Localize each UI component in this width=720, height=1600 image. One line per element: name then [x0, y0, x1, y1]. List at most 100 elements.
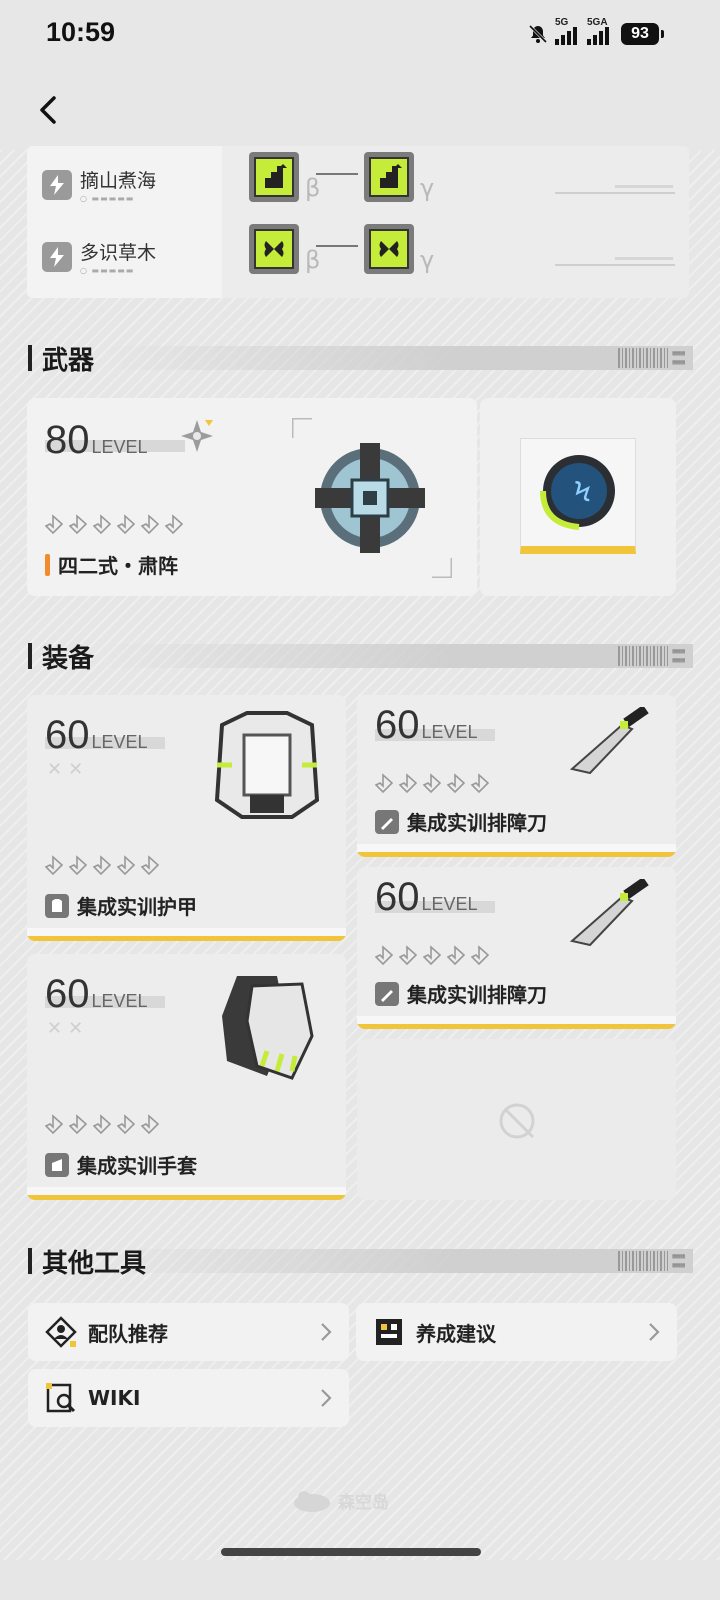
- blade-icon: [569, 707, 649, 775]
- rank-star-icon: [68, 1114, 88, 1135]
- rank-star-icon: [398, 773, 418, 794]
- equipment-card-blade[interactable]: 60 LEVEL 集成实训排障刀: [357, 695, 676, 857]
- equipment-name: 集成实训护甲: [45, 891, 197, 920]
- rank-star-icon: [44, 514, 64, 535]
- barcode-decoration: ▦▦▦ ▦▦▦: [618, 646, 685, 666]
- watermark-logo: 森空岛: [292, 1480, 412, 1520]
- equipment-name: 集成实训排障刀: [375, 979, 547, 1008]
- equipment-level: 60 LEVEL: [375, 703, 478, 747]
- equipment-level: 60 LEVEL: [45, 713, 148, 757]
- rank-star-icon: [92, 1114, 112, 1135]
- rank-star-icon: [116, 855, 136, 876]
- shuriken-icon: [181, 420, 213, 452]
- bell-muted-icon: [527, 23, 549, 45]
- rank-star-icon: [422, 773, 442, 794]
- blade-type-icon: [375, 981, 399, 1006]
- empty-equipment-slot[interactable]: [357, 1039, 676, 1200]
- skill-sub-decoration: ○ ▬▬▬▬▬: [80, 194, 135, 203]
- tool-team-recommend[interactable]: 配队推荐: [28, 1303, 349, 1361]
- rune-greek-gamma: γ: [420, 174, 435, 202]
- barcode-decoration: ▦▦▦ ▦▦▦: [618, 1251, 685, 1271]
- empty-slot-icon: [499, 1103, 535, 1139]
- back-button[interactable]: [30, 90, 70, 130]
- equipment-level: 60 LEVEL: [375, 875, 478, 919]
- tool-growth-advice[interactable]: 养成建议: [356, 1303, 677, 1361]
- skill-row[interactable]: 摘山煮海 ○ ▬▬▬▬▬ β γ: [27, 146, 689, 226]
- tool-wiki[interactable]: WIKI: [28, 1369, 349, 1427]
- equipment-card-blade[interactable]: 60 LEVEL 集成实训排障刀: [357, 867, 676, 1029]
- weapon-skin-card[interactable]: Ϟ: [480, 398, 676, 596]
- rank-star-icon: [470, 773, 490, 794]
- skill-runes-panel: β γ: [222, 218, 689, 298]
- battery-indicator: 93: [621, 23, 659, 45]
- chevron-right-icon: [321, 1389, 332, 1407]
- leaf-rune-icon[interactable]: [364, 224, 414, 274]
- status-bar: 10:59 5G 5GA 93: [0, 0, 720, 70]
- skill-row[interactable]: 多识草木 ○ ▬▬▬▬▬ β γ: [27, 218, 689, 298]
- svg-text:Ϟ: Ϟ: [573, 475, 591, 508]
- equipment-name: 集成实训手套: [45, 1150, 197, 1179]
- equipment-stars: [373, 773, 490, 794]
- arrow-up-rune-icon[interactable]: [364, 152, 414, 202]
- rank-star-icon: [164, 514, 184, 535]
- equipment-stars: [43, 855, 160, 876]
- rank-star-icon: [68, 855, 88, 876]
- rank-star-icon: [374, 945, 394, 966]
- growth-icon: [372, 1315, 406, 1349]
- status-time: 10:59: [46, 17, 116, 47]
- status-icons: 5G 5GA 93: [527, 17, 664, 48]
- bolt-icon: [42, 170, 72, 200]
- rune-greek-beta: β: [305, 246, 321, 274]
- rune-greek-gamma: γ: [420, 246, 435, 274]
- weapon-stars: [43, 514, 184, 535]
- equipment-card-armor[interactable]: 60 LEVEL ✕✕ 集成实训护甲: [27, 695, 346, 941]
- arrow-up-rune-icon[interactable]: [249, 152, 299, 202]
- home-indicator[interactable]: [221, 1548, 481, 1556]
- rank-star-icon: [44, 1114, 64, 1135]
- rank-star-icon: [446, 773, 466, 794]
- signal-5g-icon: 5G: [555, 17, 577, 45]
- rank-star-icon: [140, 514, 160, 535]
- equipment-card-glove[interactable]: 60 LEVEL ✕✕ 集成实训手套: [27, 954, 346, 1200]
- section-title-equipment: 装备: [28, 638, 94, 674]
- rune-greek-beta: β: [305, 174, 321, 202]
- bolt-icon: [42, 242, 72, 272]
- rank-star-icon: [140, 1114, 160, 1135]
- blade-type-icon: [375, 809, 399, 834]
- bottom-safe-area: [0, 1560, 720, 1600]
- chevron-right-icon: [321, 1323, 332, 1341]
- rank-star-icon: [398, 945, 418, 966]
- rank-star-icon: [374, 773, 394, 794]
- gadget-icon: Ϟ: [540, 455, 615, 530]
- skill-deco-icon: [555, 185, 675, 194]
- rank-star-icon: [140, 855, 160, 876]
- blade-icon: [569, 879, 649, 947]
- rank-star-icon: [44, 855, 64, 876]
- weapon-gear-icon: [292, 418, 452, 578]
- skill-runes-panel: β γ: [222, 146, 689, 226]
- armor-type-icon: [45, 893, 69, 918]
- weapon-level: 80 LEVEL: [45, 418, 148, 462]
- skill-deco-icon: [555, 257, 675, 266]
- rank-star-icon: [92, 855, 112, 876]
- rank-star-icon: [422, 945, 442, 966]
- rank-star-icon: [116, 1114, 136, 1135]
- equipment-level: 60 LEVEL: [45, 972, 148, 1016]
- section-strip: ▦▦▦ ▦▦▦: [100, 644, 693, 668]
- leaf-rune-icon[interactable]: [249, 224, 299, 274]
- section-title-weapon: 武器: [28, 340, 94, 376]
- rune-connector: [316, 245, 358, 247]
- slot-marks: ✕✕: [47, 1018, 90, 1039]
- team-icon: [44, 1315, 78, 1349]
- section-title-tools: 其他工具: [28, 1243, 146, 1279]
- skill-name: 多识草木: [80, 242, 157, 264]
- equipment-stars: [43, 1114, 160, 1135]
- barcode-decoration: ▦▦▦ ▦▦▦: [618, 348, 685, 368]
- skill-name: 摘山煮海: [80, 170, 157, 192]
- rank-star-icon: [92, 514, 112, 535]
- slot-marks: ✕✕: [47, 759, 90, 780]
- armor-icon: [214, 711, 320, 819]
- weapon-card[interactable]: 80 LEVEL 四二式・肃阵: [27, 398, 477, 596]
- skill-label-panel: 摘山煮海 ○ ▬▬▬▬▬: [27, 146, 222, 226]
- glove-type-icon: [45, 1152, 69, 1177]
